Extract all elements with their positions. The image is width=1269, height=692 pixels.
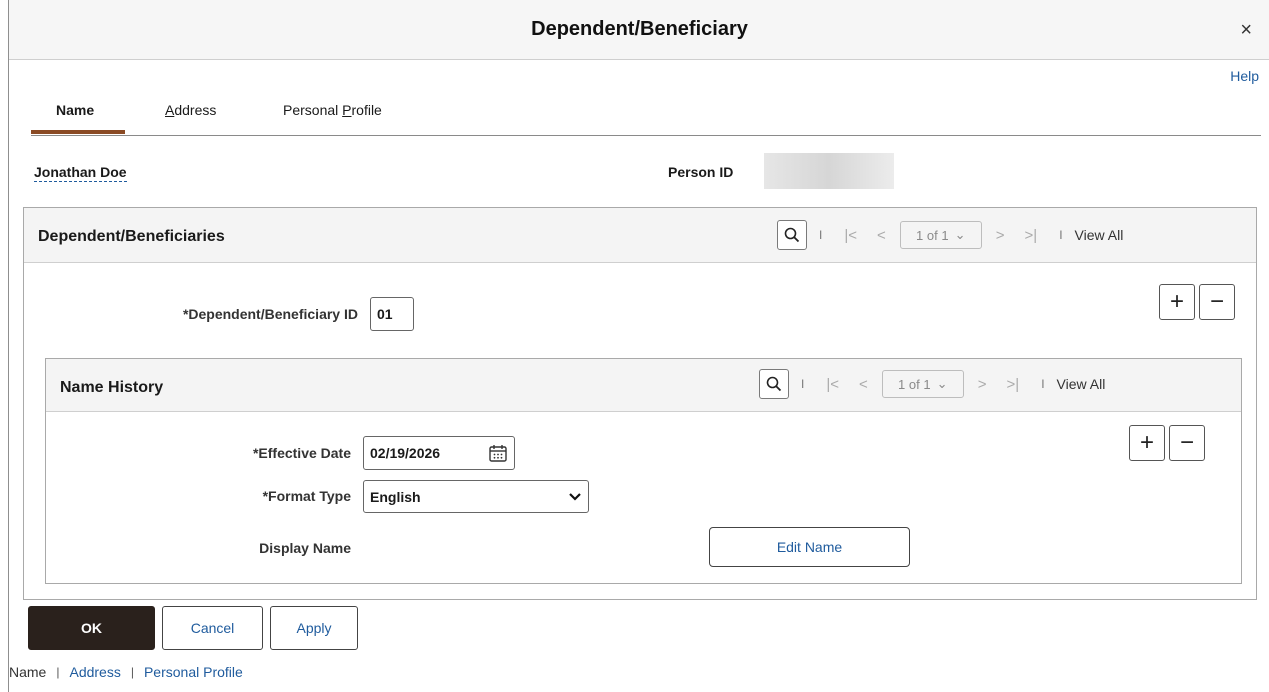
dependents-panel-header: Dependent/Beneficiaries I |< < 1 of 1 ⌄ >… xyxy=(24,208,1256,263)
minus-icon[interactable]: − xyxy=(1169,425,1205,461)
chevron-down-icon: ⌄ xyxy=(936,376,948,391)
dependents-nav: I |< < 1 of 1 ⌄ > >| I View All xyxy=(777,220,1123,250)
dependent-id-label: *Dependent/Beneficiary ID xyxy=(182,306,358,322)
first-page-icon[interactable]: |< xyxy=(826,376,839,393)
view-all-link[interactable]: View All xyxy=(1057,376,1106,392)
page-select-value: 1 of 1 xyxy=(916,227,949,243)
edit-name-button[interactable]: Edit Name xyxy=(709,527,910,567)
format-type-label: *Format Type xyxy=(262,488,351,504)
footer-address-link[interactable]: Address xyxy=(69,664,120,680)
minus-icon[interactable]: − xyxy=(1199,284,1235,320)
previous-page-icon[interactable]: < xyxy=(859,376,868,393)
tab-name[interactable]: Name xyxy=(56,102,94,118)
tab-bar: Name Address Personal Profile xyxy=(31,94,1261,136)
tab-profile-suffix: rofile xyxy=(351,102,382,118)
footer-separator: | xyxy=(56,665,60,679)
nav-separator: I xyxy=(1041,377,1045,391)
person-id-label: Person ID xyxy=(668,164,734,180)
nav-separator: I xyxy=(1059,228,1063,242)
name-history-row-actions: + − xyxy=(1129,425,1205,461)
view-all-link[interactable]: View All xyxy=(1075,227,1124,243)
tab-address[interactable]: Address xyxy=(165,102,216,118)
active-tab-indicator xyxy=(31,130,125,134)
close-icon[interactable]: × xyxy=(1240,20,1252,40)
footer-personal-profile-link[interactable]: Personal Profile xyxy=(144,664,243,680)
footer-separator: | xyxy=(130,665,134,679)
nav-separator: I xyxy=(819,228,823,242)
display-name-label: Display Name xyxy=(259,540,351,556)
search-icon[interactable] xyxy=(759,369,789,399)
dialog: Dependent/Beneficiary × Help Name Addres… xyxy=(8,0,1269,692)
footer-name: Name xyxy=(9,664,47,680)
plus-icon[interactable]: + xyxy=(1129,425,1165,461)
ok-button[interactable]: OK xyxy=(28,606,155,650)
chevron-down-icon xyxy=(568,492,582,502)
search-icon[interactable] xyxy=(777,220,807,250)
page-select-value: 1 of 1 xyxy=(898,376,931,392)
name-history-title: Name History xyxy=(60,379,164,396)
tab-profile-prefix: Personal xyxy=(283,102,343,118)
previous-page-icon[interactable]: < xyxy=(877,227,886,244)
dialog-titlebar: Dependent/Beneficiary × xyxy=(9,0,1269,60)
next-page-icon[interactable]: > xyxy=(996,227,1005,244)
help-link[interactable]: Help xyxy=(1230,68,1259,84)
cancel-button[interactable]: Cancel xyxy=(162,606,263,650)
dialog-title: Dependent/Beneficiary xyxy=(531,18,748,40)
plus-icon[interactable]: + xyxy=(1159,284,1195,320)
apply-button[interactable]: Apply xyxy=(270,606,358,650)
dependent-id-field[interactable]: 01 xyxy=(370,297,414,331)
tab-address-suffix: ddress xyxy=(174,102,217,118)
first-page-icon[interactable]: |< xyxy=(844,227,857,244)
effective-date-label: *Effective Date xyxy=(252,445,351,461)
calendar-icon[interactable] xyxy=(488,443,508,463)
footer-links: Name | Address | Personal Profile xyxy=(9,664,243,680)
last-page-icon[interactable]: >| xyxy=(1025,227,1038,244)
dependents-panel-title: Dependent/Beneficiaries xyxy=(38,228,225,245)
name-history-header: Name History I |< < 1 of 1 ⌄ > >| I View … xyxy=(46,359,1241,412)
person-name-link[interactable]: Jonathan Doe xyxy=(34,164,127,182)
format-type-value: English xyxy=(370,488,421,505)
tab-address-accesskey: A xyxy=(165,102,175,118)
name-history-nav: I |< < 1 of 1 ⌄ > >| I View All xyxy=(759,369,1105,399)
tab-personal-profile[interactable]: Personal Profile xyxy=(283,102,382,118)
format-type-select[interactable]: English xyxy=(363,480,589,513)
person-id-value-redacted xyxy=(764,153,894,189)
last-page-icon[interactable]: >| xyxy=(1007,376,1020,393)
nav-separator: I xyxy=(801,377,805,391)
next-page-icon[interactable]: > xyxy=(978,376,987,393)
chevron-down-icon: ⌄ xyxy=(954,227,966,242)
page-select[interactable]: 1 of 1 ⌄ xyxy=(899,221,982,249)
tab-profile-accesskey: P xyxy=(342,102,352,118)
page-select[interactable]: 1 of 1 ⌄ xyxy=(881,370,964,398)
dependent-row-actions: + − xyxy=(1159,284,1235,320)
effective-date-value: 02/19/2026 xyxy=(370,445,441,461)
effective-date-field[interactable]: 02/19/2026 xyxy=(363,436,515,470)
